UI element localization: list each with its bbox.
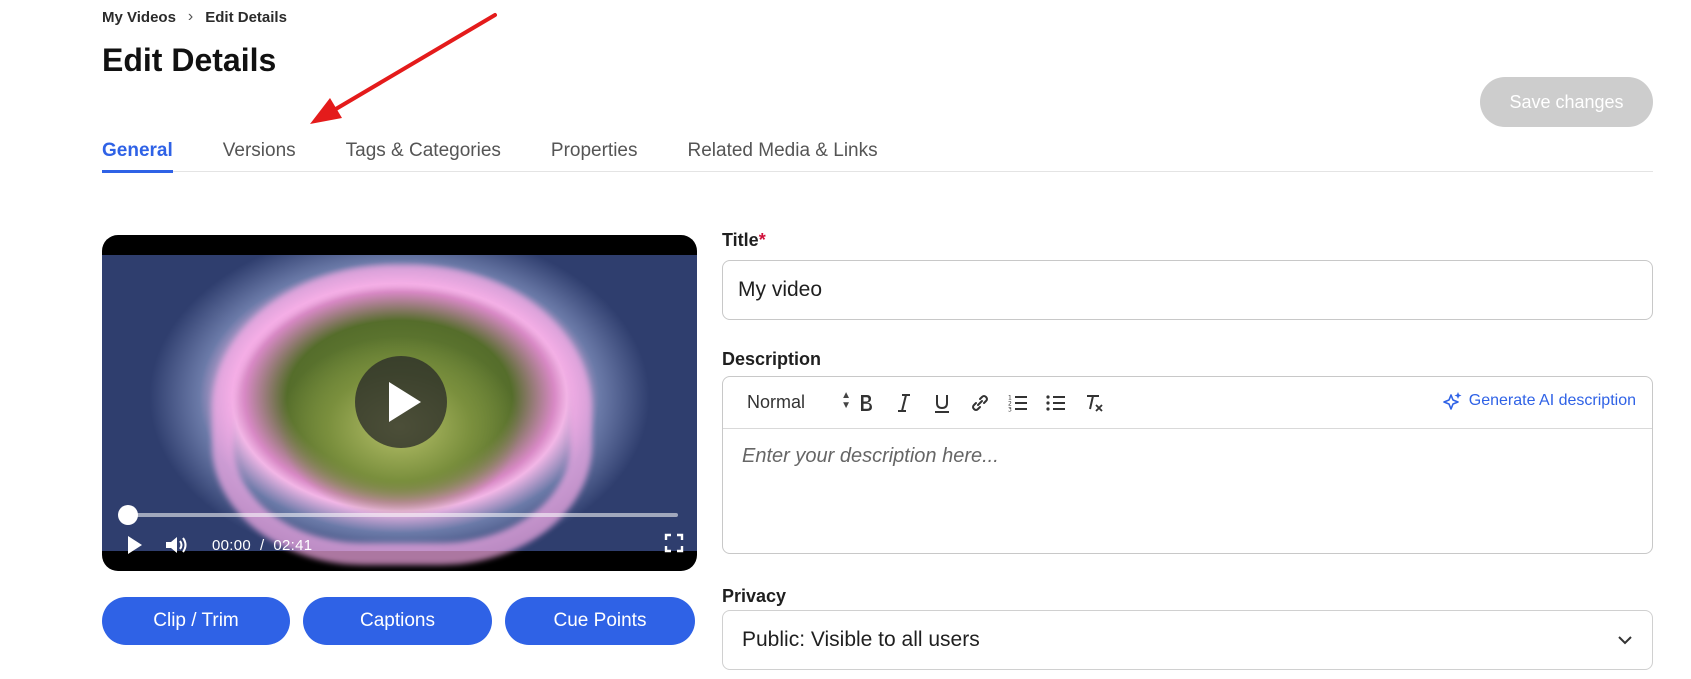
- cue-points-button[interactable]: Cue Points: [505, 597, 695, 645]
- breadcrumb-separator: ›: [187, 8, 194, 25]
- svg-text:3: 3: [1008, 406, 1012, 413]
- ordered-list-icon[interactable]: 123: [999, 388, 1037, 418]
- clip-trim-button[interactable]: Clip / Trim: [102, 597, 290, 645]
- title-label: Title*: [722, 230, 766, 251]
- tab-versions[interactable]: Versions: [223, 136, 296, 172]
- time-separator: /: [259, 536, 265, 554]
- format-select-value: Normal: [747, 392, 806, 412]
- fullscreen-icon[interactable]: [664, 533, 684, 553]
- description-editor: Normal ▲ ▼ 123 Generate AI description E…: [722, 376, 1653, 554]
- play-icon: [389, 382, 421, 422]
- seek-handle[interactable]: [118, 505, 138, 525]
- underline-icon[interactable]: [923, 388, 961, 418]
- generate-ai-label: Generate AI description: [1468, 392, 1636, 409]
- description-textarea[interactable]: [723, 429, 1652, 553]
- tab-bar: General Versions Tags & Categories Prope…: [102, 136, 1653, 173]
- editor-toolbar: Normal ▲ ▼ 123 Generate AI description: [723, 377, 1652, 429]
- tab-general[interactable]: General: [102, 136, 173, 173]
- title-input[interactable]: [722, 260, 1653, 320]
- tab-tags-categories[interactable]: Tags & Categories: [346, 136, 501, 172]
- format-select[interactable]: Normal ▲ ▼: [747, 391, 851, 413]
- generate-ai-description-button[interactable]: Generate AI description: [1442, 391, 1636, 411]
- seek-bar[interactable]: [118, 505, 678, 525]
- current-time: 00:00: [212, 536, 252, 554]
- required-mark: *: [758, 230, 766, 250]
- clear-format-icon[interactable]: [1075, 388, 1113, 418]
- captions-button[interactable]: Captions: [303, 597, 492, 645]
- chevron-down-icon: [1618, 636, 1632, 645]
- volume-icon[interactable]: [164, 534, 190, 556]
- save-changes-button[interactable]: Save changes: [1480, 77, 1653, 127]
- time-display: 00:00 / 02:41: [212, 537, 312, 554]
- privacy-select-value: Public: Visible to all users: [742, 628, 980, 651]
- title-label-text: Title: [722, 230, 759, 250]
- page-title: Edit Details: [102, 42, 277, 78]
- breadcrumb-current: Edit Details: [205, 8, 287, 26]
- breadcrumb: My Videos › Edit Details: [102, 8, 287, 26]
- player-controls: 00:00 / 02:41: [124, 531, 684, 559]
- duration: 02:41: [273, 536, 313, 554]
- bold-icon[interactable]: [847, 388, 885, 418]
- description-label: Description: [722, 349, 822, 369]
- privacy-select[interactable]: Public: Visible to all users: [722, 610, 1653, 670]
- play-icon[interactable]: [128, 536, 142, 554]
- sparkle-icon: [1442, 392, 1462, 410]
- breadcrumb-my-videos[interactable]: My Videos: [102, 9, 176, 26]
- video-player[interactable]: 00:00 / 02:41: [102, 235, 697, 571]
- bullet-list-icon[interactable]: [1037, 388, 1075, 418]
- italic-icon[interactable]: [885, 388, 923, 418]
- link-icon[interactable]: [961, 388, 999, 418]
- updown-icon: ▲ ▼: [841, 390, 851, 411]
- annotation-arrow-icon: [310, 13, 497, 124]
- big-play-button[interactable]: [355, 356, 447, 448]
- privacy-label: Privacy: [722, 586, 787, 606]
- tab-properties[interactable]: Properties: [551, 136, 638, 172]
- tab-related-media-links[interactable]: Related Media & Links: [688, 136, 878, 172]
